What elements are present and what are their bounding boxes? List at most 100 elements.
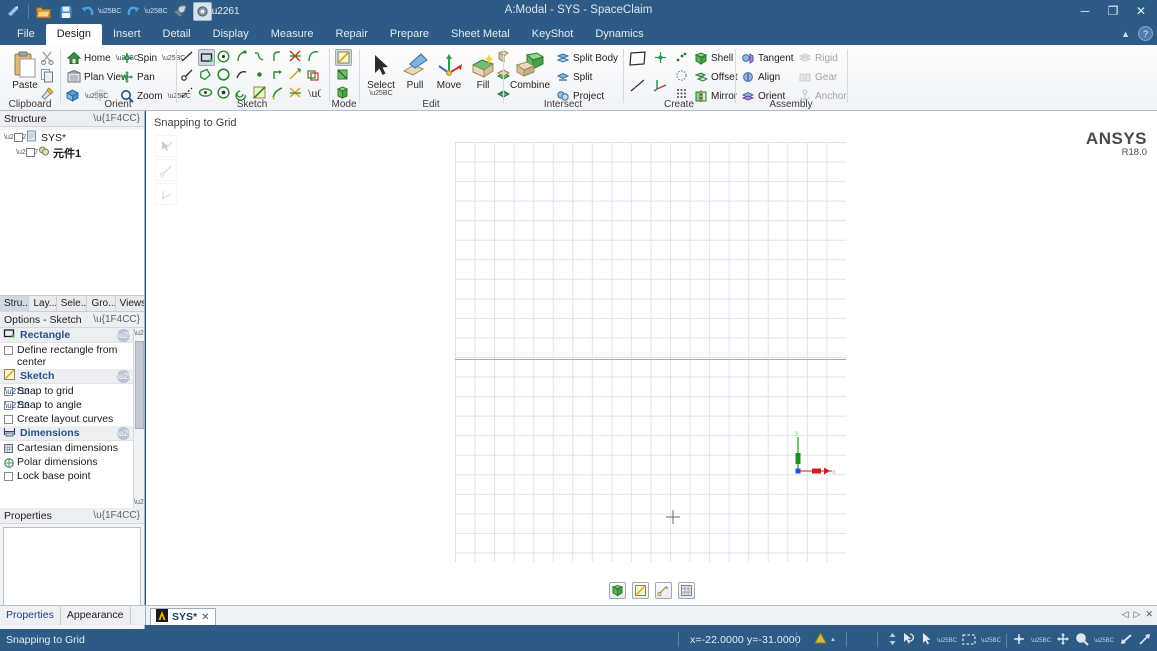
lock-base-point-checkbox[interactable] [4, 472, 13, 481]
define-rect-checkbox[interactable] [4, 346, 13, 355]
visibility-checkbox[interactable] [14, 133, 23, 142]
tab-close-icon[interactable]: ✕ [1145, 609, 1153, 620]
spin-dropdown-icon[interactable]: \u25BC [1031, 638, 1051, 644]
solid-view-icon[interactable] [609, 582, 626, 599]
collapse-ribbon-icon[interactable]: ▲ [1121, 29, 1130, 39]
tab-dynamics[interactable]: Dynamics [584, 24, 654, 45]
axis-triad-icon[interactable] [653, 77, 670, 94]
tangent-button[interactable]: Tangent [739, 50, 796, 66]
select-arrow-tool-icon[interactable] [155, 135, 177, 157]
sketch-tool-polygon-icon[interactable] [198, 67, 215, 84]
collapse-dimensions-icon[interactable]: \u25B2 [117, 427, 130, 440]
scroll-up-icon[interactable]: \u25B2 [134, 328, 144, 339]
split-button[interactable]: Split [554, 69, 594, 85]
align-button[interactable]: Align [739, 69, 782, 85]
sketch-tool-construction-line-icon[interactable] [288, 67, 305, 84]
tab-prev-icon[interactable]: ◁ [1122, 609, 1129, 620]
scroll-down-icon[interactable]: \u25BC [134, 497, 144, 508]
dock-tab-appearance[interactable]: Appearance [61, 606, 131, 625]
box-select-icon[interactable] [962, 633, 976, 649]
create-layout-curves-checkbox[interactable] [4, 415, 13, 424]
options-section-sketch[interactable]: Sketch \u25B2 [0, 369, 144, 384]
select-dropdown-icon[interactable]: \u25BC [369, 91, 392, 96]
move-triad-tool-icon[interactable] [155, 183, 177, 205]
sketch-tool-point-icon[interactable] [252, 67, 269, 84]
tab-insert[interactable]: Insert [102, 24, 152, 45]
select-pointer-icon[interactable] [921, 632, 932, 649]
status-warning[interactable]: ▲ [814, 632, 836, 647]
dock-tab-selection[interactable]: Sele... [57, 296, 88, 313]
options-section-rectangle[interactable]: Rectangle \u25B2 [0, 328, 144, 343]
tab-display[interactable]: Display [202, 24, 260, 45]
offset-button[interactable]: Offset [692, 69, 740, 85]
plane-icon[interactable] [628, 50, 650, 70]
origin-point-icon[interactable] [653, 50, 670, 67]
sketch-tool-circle-icon[interactable] [216, 49, 233, 66]
dock-tab-groups[interactable]: Gro... [87, 296, 115, 313]
tab-measure[interactable]: Measure [260, 24, 325, 45]
tab-repair[interactable]: Repair [325, 24, 379, 45]
spin-stepper-icon[interactable] [888, 632, 897, 649]
dock-tab-views[interactable]: Views [116, 296, 144, 313]
options-pin-icon[interactable]: \u{1F4CC} [93, 314, 140, 325]
option-snap-to-grid[interactable]: \u2713 Snap to grid [0, 384, 144, 398]
option-cartesian-dimensions[interactable]: Cartesian dimensions [0, 441, 144, 455]
option-polar-dimensions[interactable]: Polar dimensions [0, 455, 144, 469]
pan-tool-icon[interactable] [1056, 632, 1070, 649]
tab-file[interactable]: File [6, 24, 46, 45]
option-define-rectangle-from-center[interactable]: Define rectangle from center [0, 343, 144, 369]
section-view-icon[interactable] [655, 582, 672, 599]
sketch-tool-circle-three-point-icon[interactable] [216, 67, 233, 84]
tree-node-component[interactable]: \u25B7 元件1 [0, 145, 144, 160]
close-button[interactable]: ✕ [1127, 0, 1155, 22]
visibility-checkbox[interactable] [26, 148, 35, 157]
tab-next-icon[interactable]: ▷ [1134, 609, 1141, 620]
sketch-tool-line-icon[interactable] [180, 49, 197, 66]
tab-sheet-metal[interactable]: Sheet Metal [440, 24, 521, 45]
split-body-button[interactable]: Split Body [554, 50, 620, 66]
shell-button[interactable]: Shell [692, 50, 735, 66]
sketch-tool-rectangle-icon[interactable] [198, 49, 215, 66]
dock-tab-layers[interactable]: Lay... [29, 296, 56, 313]
zoom-tool-icon[interactable] [1075, 632, 1089, 649]
mode-section-icon[interactable] [335, 67, 352, 84]
sketch-tool-spline-icon[interactable] [252, 49, 269, 66]
mode-sketch-icon[interactable] [335, 49, 352, 66]
axis-line-icon[interactable] [628, 77, 650, 97]
design-canvas[interactable]: Snapping to Grid ANSYS R18.0 y [146, 111, 1157, 605]
warning-dropdown-icon[interactable]: ▲ [830, 637, 836, 643]
close-document-icon[interactable]: ✕ [201, 612, 209, 623]
select-rotate-icon[interactable] [902, 632, 916, 649]
sketch-tool-tangent-arc-icon[interactable] [234, 49, 251, 66]
minimize-button[interactable]: ─ [1071, 0, 1099, 22]
grid-settings-icon[interactable] [678, 582, 695, 599]
snap-to-grid-checkbox[interactable]: \u2713 [4, 387, 13, 396]
help-icon[interactable]: ? [1138, 26, 1153, 41]
document-tab-sys[interactable]: SYS* ✕ [150, 608, 216, 625]
option-create-layout-curves[interactable]: Create layout curves [0, 412, 144, 426]
box-select-dropdown-icon[interactable]: \u25BC [981, 638, 1001, 644]
combine-button[interactable]: Combine [509, 49, 551, 91]
options-scrollbar[interactable]: \u25B2 \u25BC [133, 328, 144, 508]
collapse-rectangle-icon[interactable]: \u25B2 [117, 329, 130, 342]
sketch-tool-sweep-arc-icon[interactable] [270, 67, 287, 84]
tab-detail[interactable]: Detail [152, 24, 202, 45]
snap-to-angle-checkbox[interactable]: \u2713 [4, 401, 13, 410]
sketch-tool-corner-arc-icon[interactable] [270, 49, 287, 66]
points-circle-icon[interactable] [674, 68, 691, 85]
sketch-tool-tangent-line-icon[interactable] [180, 67, 197, 84]
restore-button[interactable]: ❐ [1099, 0, 1127, 22]
option-lock-base-point[interactable]: Lock base point [0, 469, 144, 483]
option-snap-to-angle[interactable]: \u2713 Snap to angle [0, 398, 144, 412]
spin-tool-icon[interactable] [1012, 632, 1026, 649]
expand-triangle-icon[interactable]: \u25B7 [16, 149, 23, 156]
structure-pin-icon[interactable]: \u{1F4CC} [93, 113, 140, 124]
tab-design[interactable]: Design [46, 24, 102, 45]
collapse-sketch-icon[interactable]: \u25B2 [117, 370, 130, 383]
pan-button[interactable]: Pan [118, 69, 157, 85]
point-cloud-icon[interactable] [674, 50, 691, 67]
dock-tab-structure[interactable]: Stru... [0, 296, 29, 313]
expand-triangle-icon[interactable]: \u25E2 [4, 134, 11, 141]
sketch-tool-arc-icon[interactable] [306, 49, 323, 66]
sketch-tool-offset-curve-icon[interactable] [306, 67, 323, 84]
